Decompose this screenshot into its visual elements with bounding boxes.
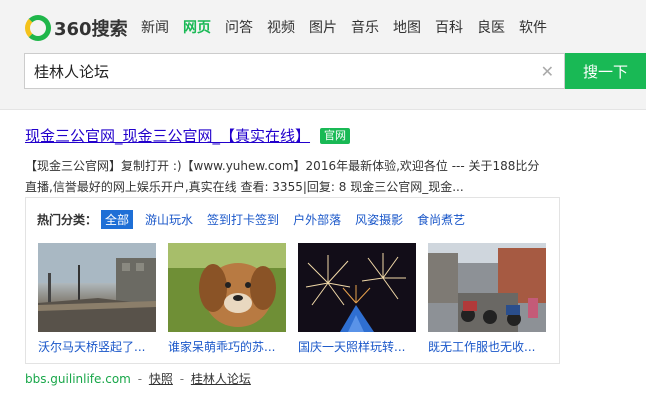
category-tab-travel[interactable]: 游山玩水: [145, 211, 193, 228]
result-footer: bbs.guilinlife.com - 快照 - 桂林人论坛: [25, 370, 251, 387]
separator: -: [179, 372, 185, 386]
nav-item-video[interactable]: 视频: [267, 18, 295, 38]
nav-bar: 新闻 网页 问答 视频 图片 音乐 地图 百科 良医 软件: [141, 18, 561, 38]
category-tab-outdoor[interactable]: 户外部落: [293, 211, 341, 228]
category-tabs: 热门分类： 全部 游山玩水 签到打卡签到 户外部落 风姿摄影 食尚煮艺: [37, 210, 479, 229]
nav-item-baike[interactable]: 百科: [435, 18, 463, 38]
street-photo-thumbnail[interactable]: [38, 243, 156, 332]
nav-item-map[interactable]: 地图: [393, 18, 421, 38]
dog-photo-thumbnail[interactable]: [168, 243, 286, 332]
search-result: 现金三公官网_现金三公官网_【真实在线】 官网 【现金三公官网】复制打开 :)【…: [25, 125, 625, 198]
thumbnail-caption[interactable]: 国庆一天照样玩转...: [298, 338, 416, 355]
fireworks-image: [298, 243, 416, 332]
official-badge: 官网: [320, 127, 351, 144]
category-tab-cooking[interactable]: 食尚煮艺: [417, 211, 465, 228]
nav-item-doctor[interactable]: 良医: [477, 18, 505, 38]
thumbnail-card[interactable]: 国庆一天照样玩转...: [298, 243, 416, 355]
site-logo[interactable]: 360搜索: [25, 14, 128, 42]
snapshot-link[interactable]: 快照: [149, 372, 173, 386]
scooter-street-photo-thumbnail[interactable]: [428, 243, 546, 332]
snippet-line: 直播,信誉最好的网上娱乐开户,真实在线 查看: 3355|回复: 8 现金三公官…: [25, 180, 464, 194]
category-tab-photography[interactable]: 风姿摄影: [355, 211, 403, 228]
thumbnail-row: 沃尔马天桥竖起了... 谁家呆萌乖巧的苏... 国庆一天照样玩转... 既无工作…: [38, 243, 558, 355]
dog-image: [168, 243, 286, 332]
logo-ring-icon: [25, 15, 51, 41]
result-snippet: 【现金三公官网】复制打开 :)【www.yuhew.com】2016年最新体验,…: [25, 156, 570, 198]
thumbnail-card[interactable]: 既无工作服也无收...: [428, 243, 546, 355]
nav-item-music[interactable]: 音乐: [351, 18, 379, 38]
category-label: 热门分类：: [37, 213, 98, 227]
site-name-link[interactable]: 桂林人论坛: [191, 372, 251, 386]
category-box: 热门分类： 全部 游山玩水 签到打卡签到 户外部落 风姿摄影 食尚煮艺 沃尔马天…: [25, 197, 560, 364]
top-header: 360搜索 新闻 网页 问答 视频 图片 音乐 地图 百科 良医 软件 ✕ 搜一…: [0, 0, 646, 110]
nav-item-news[interactable]: 新闻: [141, 18, 169, 38]
nav-item-web[interactable]: 网页: [183, 18, 211, 38]
street-scene-image: [38, 243, 156, 332]
nav-item-images[interactable]: 图片: [309, 18, 337, 38]
search-input[interactable]: [34, 54, 534, 88]
separator: -: [137, 372, 143, 386]
scooter-street-image: [428, 243, 546, 332]
thumbnail-card[interactable]: 谁家呆萌乖巧的苏...: [168, 243, 286, 355]
thumbnail-caption[interactable]: 沃尔马天桥竖起了...: [38, 338, 156, 355]
thumbnail-caption[interactable]: 既无工作服也无收...: [428, 338, 546, 355]
category-tab-all[interactable]: 全部: [101, 210, 134, 229]
thumbnail-card[interactable]: 沃尔马天桥竖起了...: [38, 243, 156, 355]
result-domain: bbs.guilinlife.com: [25, 372, 131, 386]
nav-item-qa[interactable]: 问答: [225, 18, 253, 38]
category-tab-checkin[interactable]: 签到打卡签到: [207, 211, 279, 228]
result-title-row: 现金三公官网_现金三公官网_【真实在线】 官网: [25, 125, 625, 146]
search-button[interactable]: 搜一下: [565, 53, 646, 89]
clear-icon[interactable]: ✕: [541, 62, 554, 81]
snippet-line: 【现金三公官网】复制打开 :)【www.yuhew.com】2016年最新体验,…: [25, 159, 540, 173]
nav-item-software[interactable]: 软件: [519, 18, 547, 38]
result-title-link[interactable]: 现金三公官网_现金三公官网_【真实在线】: [25, 125, 310, 146]
search-box: ✕: [24, 53, 565, 89]
thumbnail-caption[interactable]: 谁家呆萌乖巧的苏...: [168, 338, 286, 355]
fireworks-photo-thumbnail[interactable]: [298, 243, 416, 332]
logo-text: 360搜索: [54, 19, 128, 40]
